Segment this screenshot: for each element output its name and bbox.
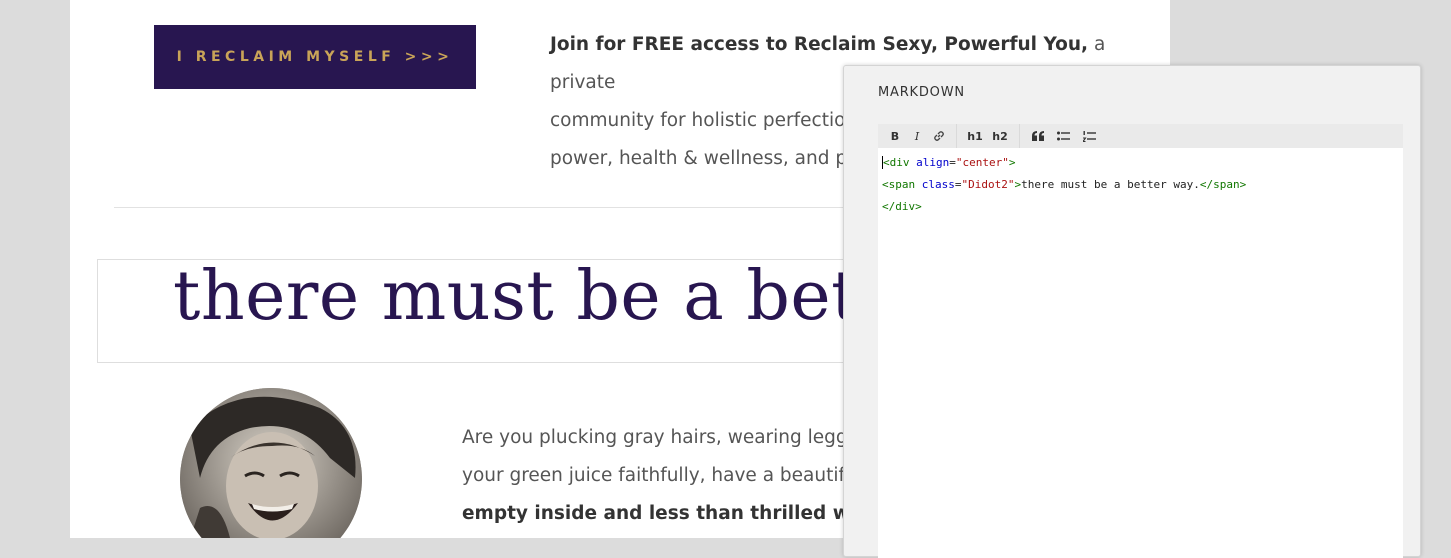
avatar	[180, 388, 362, 538]
code-line-1: <div align="center">	[882, 152, 1403, 174]
link-icon	[934, 131, 944, 141]
code-token: <span	[882, 178, 916, 191]
editor-toolbar: B I h1 h2	[878, 124, 1403, 148]
headline-text: there must be a bette	[173, 259, 928, 336]
code-token: there must be a better way.	[1021, 178, 1200, 191]
code-token: class	[921, 178, 955, 191]
link-button[interactable]	[928, 126, 950, 146]
toolbar-separator	[956, 124, 957, 148]
bulleted-list-button[interactable]	[1050, 126, 1076, 146]
heading2-button[interactable]: h2	[987, 126, 1013, 146]
bold-button[interactable]: B	[884, 126, 906, 146]
code-token: </span>	[1199, 178, 1247, 191]
code-line-3: </div>	[882, 196, 1403, 218]
heading1-button[interactable]: h1	[963, 126, 987, 146]
markdown-code-area[interactable]: <div align="center"> <span class="Didot2"…	[878, 148, 1403, 558]
code-token: <div	[882, 156, 910, 169]
reclaim-myself-button[interactable]: I RECLAIM MYSELF >>>	[154, 25, 476, 89]
numbered-list-button[interactable]	[1076, 126, 1102, 146]
bulleted-list-icon	[1056, 131, 1070, 140]
code-token: =	[949, 156, 956, 169]
join-bold-text: Join for FREE access to Reclaim Sexy, Po…	[550, 34, 1089, 55]
code-token: "center"	[955, 156, 1009, 169]
quote-button[interactable]	[1026, 126, 1050, 146]
markdown-editor-panel[interactable]: MARKDOWN B I h1 h2 <div align="center"> <…	[843, 65, 1421, 558]
code-token: =	[954, 178, 962, 191]
italic-button[interactable]: I	[906, 126, 928, 146]
editor-title: MARKDOWN	[878, 85, 965, 100]
quote-icon	[1032, 131, 1044, 141]
toolbar-separator	[1019, 124, 1020, 148]
code-token: >	[1008, 156, 1016, 169]
code-token: "Didot2"	[961, 178, 1015, 191]
code-token: </div>	[882, 200, 922, 213]
code-line-2: <span class="Didot2">there must be a bet…	[882, 174, 1403, 196]
laughing-woman-photo	[180, 388, 362, 538]
code-token: align	[916, 156, 950, 169]
numbered-list-icon	[1082, 130, 1096, 142]
